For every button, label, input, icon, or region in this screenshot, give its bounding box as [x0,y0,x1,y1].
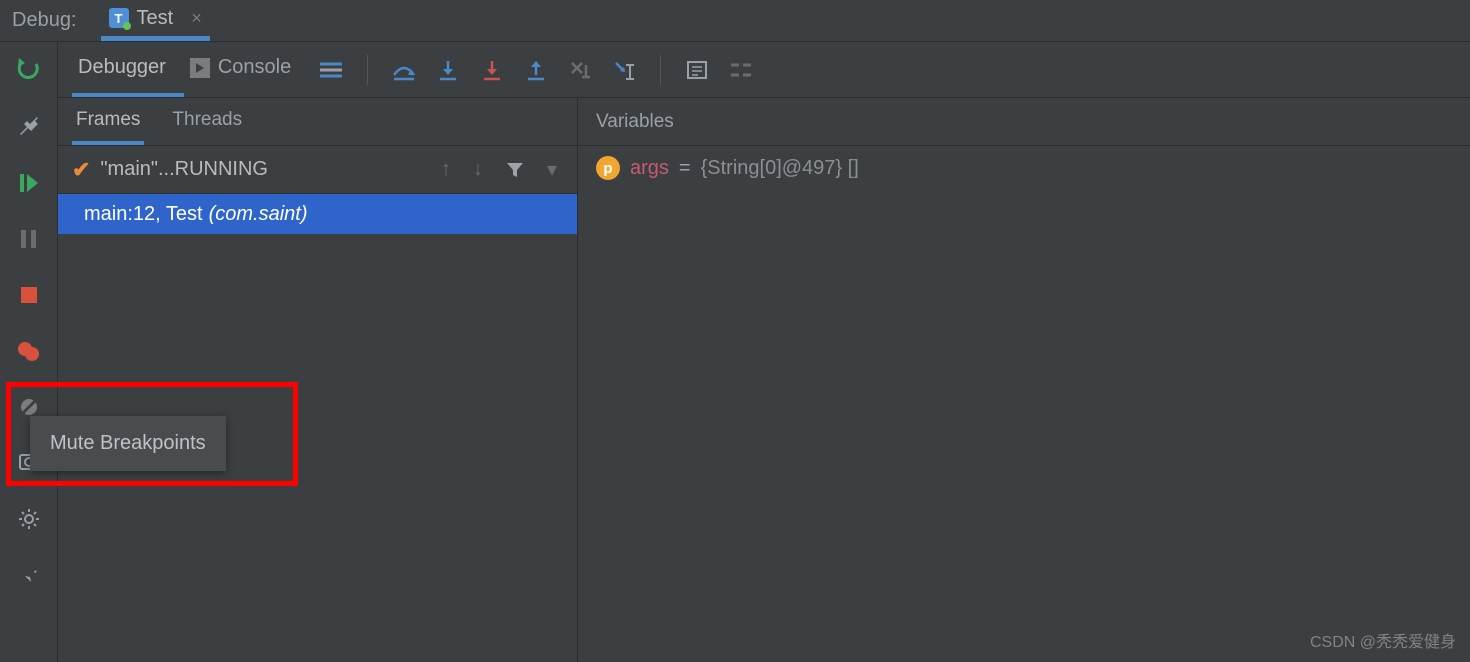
variables-header: Variables [578,98,1470,146]
frames-panel: Frames Threads ✔ "main"...RUNNING ↑ ↓ ▾ … [58,98,578,662]
stack-package: (com.saint) [209,203,308,226]
watermark: CSDN @秃秃爱健身 [1310,628,1456,652]
stack-frame-row[interactable]: main:12, Test (com.saint) [58,194,577,234]
stack-location: main:12, Test [84,203,203,226]
step-over-button[interactable] [388,54,420,86]
thread-selector-row[interactable]: ✔ "main"...RUNNING ↑ ↓ ▾ [58,146,577,194]
run-config-tab[interactable]: T Test × [101,0,210,41]
step-out-button[interactable] [520,54,552,86]
settings-button[interactable] [14,504,44,534]
toolbar-separator [367,55,368,85]
test-file-icon: T [109,8,129,28]
dropdown-icon[interactable]: ▾ [541,157,563,182]
threads-tab[interactable]: Threads [168,98,246,145]
tooltip: Mute Breakpoints [30,416,226,471]
equals-sign: = [679,157,691,180]
console-tab[interactable]: Console [184,42,309,97]
parameter-badge-icon: p [596,156,620,180]
drop-frame-button[interactable] [564,54,596,86]
evaluate-expression-button[interactable] [681,54,713,86]
variable-value: {String[0]@497} [] [701,157,859,180]
console-icon [190,58,210,78]
run-config-name: Test [137,7,174,30]
toolbar-separator [660,55,661,85]
close-tab-icon[interactable]: × [191,8,202,29]
debugger-tab[interactable]: Debugger [72,42,184,97]
debug-side-toolbar [0,42,58,662]
variable-row[interactable]: p args = {String[0]@497} [] [578,146,1470,190]
view-breakpoints-button[interactable] [14,336,44,366]
running-indicator-dot [123,22,131,30]
variables-panel: Variables p args = {String[0]@497} [] [578,98,1470,662]
prev-frame-icon[interactable]: ↑ [435,158,457,181]
run-to-cursor-button[interactable] [608,54,640,86]
rerun-button[interactable] [14,56,44,86]
debugger-toolbar: Debugger Console [58,42,1470,98]
variable-name: args [630,157,669,180]
step-into-button[interactable] [432,54,464,86]
frames-tab[interactable]: Frames [72,98,144,145]
stop-button[interactable] [14,280,44,310]
check-icon: ✔ [72,157,90,183]
pause-program-button[interactable] [14,224,44,254]
modify-run-config-button[interactable] [14,112,44,142]
threads-view-icon[interactable] [315,54,347,86]
thread-name: "main"...RUNNING [100,158,425,181]
force-step-into-button[interactable] [476,54,508,86]
titlebar: Debug: T Test × [0,0,1470,42]
debug-label: Debug: [12,9,77,32]
filter-icon[interactable] [499,161,531,179]
next-frame-icon[interactable]: ↓ [467,158,489,181]
pin-tab-button[interactable] [14,560,44,590]
resume-program-button[interactable] [14,168,44,198]
trace-current-stream-button[interactable] [725,54,757,86]
